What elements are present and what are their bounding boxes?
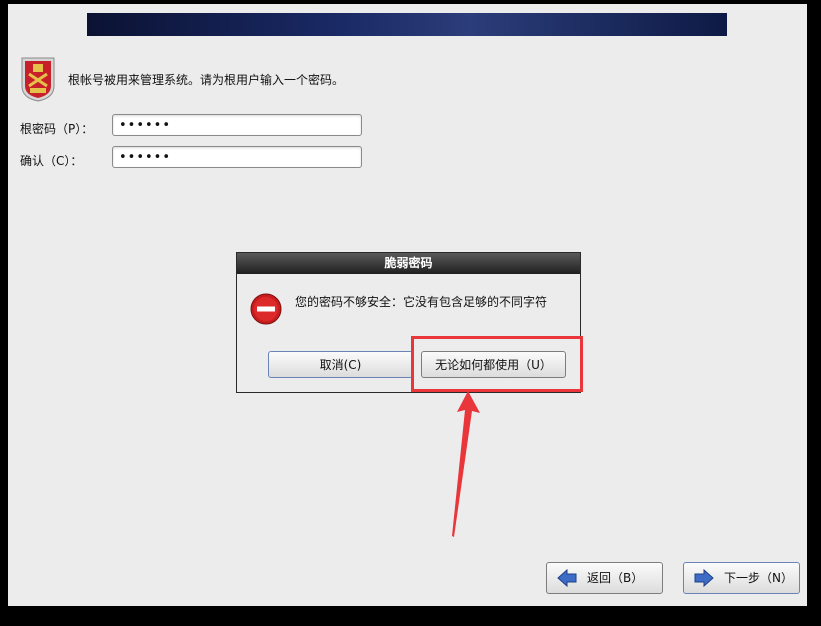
confirm-password-input[interactable]: ••••••: [112, 146, 362, 168]
root-shield-icon: [21, 57, 55, 102]
dialog-title: 脆弱密码: [237, 253, 580, 274]
installer-window: 根帐号被用来管理系统。请为根用户输入一个密码。 根密码（P）： •••••• 确…: [8, 4, 807, 606]
back-button-label: 返回（B）: [587, 571, 644, 585]
confirm-password-label: 确认（C）：: [20, 154, 83, 168]
next-button[interactable]: 下一步（N）: [683, 562, 800, 594]
arrow-left-icon: [557, 569, 577, 587]
highlight-box: [411, 336, 583, 392]
root-password-label: 根密码（P）：: [20, 122, 94, 136]
error-icon: [250, 293, 282, 325]
next-button-label: 下一步（N）: [724, 571, 793, 585]
header-banner: [87, 13, 727, 36]
dialog-message: 您的密码不够安全：它没有包含足够的不同字符: [295, 295, 548, 309]
root-password-input[interactable]: ••••••: [112, 114, 362, 136]
back-button[interactable]: 返回（B）: [546, 562, 663, 594]
cancel-button[interactable]: 取消(C): [268, 351, 413, 378]
arrow-right-icon: [694, 569, 714, 587]
intro-text: 根帐号被用来管理系统。请为根用户输入一个密码。: [68, 73, 345, 87]
annotation-arrow-icon: [452, 391, 480, 537]
